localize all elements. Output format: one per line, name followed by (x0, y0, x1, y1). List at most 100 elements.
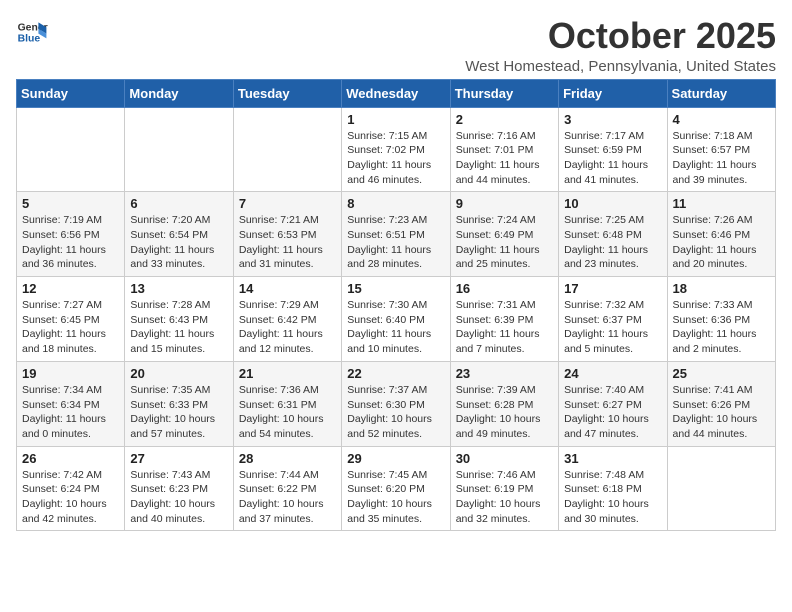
calendar-cell: 25 Sunrise: 7:41 AM Sunset: 6:26 PM Dayli… (667, 361, 775, 446)
day-info: Sunrise: 7:23 AM Sunset: 6:51 PM Dayligh… (347, 213, 444, 272)
calendar-week-row: 1 Sunrise: 7:15 AM Sunset: 7:02 PM Daylig… (17, 107, 776, 192)
day-info: Sunrise: 7:19 AM Sunset: 6:56 PM Dayligh… (22, 213, 119, 272)
calendar-cell (17, 107, 125, 192)
calendar-cell: 18Sunrise: 7:33 AM Sunset: 6:36 PM Dayli… (667, 277, 775, 362)
weekday-header: Monday (125, 79, 233, 107)
day-number: 11 (673, 196, 770, 211)
calendar-cell: 7Sunrise: 7:21 AM Sunset: 6:53 PM Daylig… (233, 192, 341, 277)
calendar-cell: 15 Sunrise: 7:30 AM Sunset: 6:40 PM Dayli… (342, 277, 450, 362)
calendar-cell (233, 107, 341, 192)
calendar-cell: 19 Sunrise: 7:34 AM Sunset: 6:34 PM Dayli… (17, 361, 125, 446)
month-title: October 2025 (465, 16, 776, 56)
calendar-cell: 30 Sunrise: 7:46 AM Sunset: 6:19 PM Dayli… (450, 446, 558, 531)
location: West Homestead, Pennsylvania, United Sta… (465, 58, 776, 75)
calendar-cell: 24Sunrise: 7:40 AM Sunset: 6:27 PM Dayli… (559, 361, 667, 446)
day-info: Sunrise: 7:24 AM Sunset: 6:49 PM Dayligh… (456, 213, 553, 272)
day-number: 10 (564, 196, 661, 211)
calendar-week-row: 5 Sunrise: 7:19 AM Sunset: 6:56 PM Daylig… (17, 192, 776, 277)
calendar-cell: 3 Sunrise: 7:17 AM Sunset: 6:59 PM Daylig… (559, 107, 667, 192)
page-header: General Blue October 2025 West Homestead… (16, 16, 776, 75)
day-number: 8 (347, 196, 444, 211)
day-info: Sunrise: 7:16 AM Sunset: 7:01 PM Dayligh… (456, 129, 553, 188)
day-info: Sunrise: 7:28 AM Sunset: 6:43 PM Dayligh… (130, 298, 227, 357)
calendar-cell: 4 Sunrise: 7:18 AM Sunset: 6:57 PM Daylig… (667, 107, 775, 192)
day-info: Sunrise: 7:32 AM Sunset: 6:37 PM Dayligh… (564, 298, 661, 357)
calendar-cell: 28 Sunrise: 7:44 AM Sunset: 6:22 PM Dayli… (233, 446, 341, 531)
day-info: Sunrise: 7:46 AM Sunset: 6:19 PM Dayligh… (456, 468, 553, 527)
day-number: 21 (239, 366, 336, 381)
calendar-cell: 1 Sunrise: 7:15 AM Sunset: 7:02 PM Daylig… (342, 107, 450, 192)
calendar-cell (667, 446, 775, 531)
day-info: Sunrise: 7:26 AM Sunset: 6:46 PM Dayligh… (673, 213, 770, 272)
day-info: Sunrise: 7:34 AM Sunset: 6:34 PM Dayligh… (22, 383, 119, 442)
calendar-cell: 23 Sunrise: 7:39 AM Sunset: 6:28 PM Dayli… (450, 361, 558, 446)
weekday-header: Saturday (667, 79, 775, 107)
calendar-cell: 31Sunrise: 7:48 AM Sunset: 6:18 PM Dayli… (559, 446, 667, 531)
weekday-header: Friday (559, 79, 667, 107)
day-number: 4 (673, 112, 770, 127)
calendar-cell: 9 Sunrise: 7:24 AM Sunset: 6:49 PM Daylig… (450, 192, 558, 277)
calendar-week-row: 19 Sunrise: 7:34 AM Sunset: 6:34 PM Dayli… (17, 361, 776, 446)
calendar-cell: 5 Sunrise: 7:19 AM Sunset: 6:56 PM Daylig… (17, 192, 125, 277)
day-number: 1 (347, 112, 444, 127)
title-section: October 2025 West Homestead, Pennsylvani… (465, 16, 776, 75)
day-number: 15 (347, 281, 444, 296)
calendar-cell: 8 Sunrise: 7:23 AM Sunset: 6:51 PM Daylig… (342, 192, 450, 277)
day-info: Sunrise: 7:37 AM Sunset: 6:30 PM Dayligh… (347, 383, 444, 442)
day-number: 24 (564, 366, 661, 381)
day-info: Sunrise: 7:27 AM Sunset: 6:45 PM Dayligh… (22, 298, 119, 357)
day-number: 18 (673, 281, 770, 296)
day-info: Sunrise: 7:15 AM Sunset: 7:02 PM Dayligh… (347, 129, 444, 188)
day-number: 27 (130, 451, 227, 466)
day-number: 19 (22, 366, 119, 381)
logo: General Blue (16, 16, 48, 48)
day-number: 30 (456, 451, 553, 466)
day-info: Sunrise: 7:48 AM Sunset: 6:18 PM Dayligh… (564, 468, 661, 527)
day-number: 3 (564, 112, 661, 127)
day-info: Sunrise: 7:36 AM Sunset: 6:31 PM Dayligh… (239, 383, 336, 442)
calendar-cell: 10 Sunrise: 7:25 AM Sunset: 6:48 PM Dayli… (559, 192, 667, 277)
day-info: Sunrise: 7:41 AM Sunset: 6:26 PM Dayligh… (673, 383, 770, 442)
calendar-cell: 26Sunrise: 7:42 AM Sunset: 6:24 PM Dayli… (17, 446, 125, 531)
day-number: 6 (130, 196, 227, 211)
day-number: 16 (456, 281, 553, 296)
day-number: 14 (239, 281, 336, 296)
day-info: Sunrise: 7:42 AM Sunset: 6:24 PM Dayligh… (22, 468, 119, 527)
calendar-cell: 20Sunrise: 7:35 AM Sunset: 6:33 PM Dayli… (125, 361, 233, 446)
day-info: Sunrise: 7:31 AM Sunset: 6:39 PM Dayligh… (456, 298, 553, 357)
svg-text:Blue: Blue (18, 34, 41, 45)
calendar-cell: 17 Sunrise: 7:32 AM Sunset: 6:37 PM Dayli… (559, 277, 667, 362)
calendar-cell: 22 Sunrise: 7:37 AM Sunset: 6:30 PM Dayli… (342, 361, 450, 446)
day-info: Sunrise: 7:17 AM Sunset: 6:59 PM Dayligh… (564, 129, 661, 188)
day-number: 7 (239, 196, 336, 211)
calendar-week-row: 26Sunrise: 7:42 AM Sunset: 6:24 PM Dayli… (17, 446, 776, 531)
logo-icon: General Blue (16, 16, 48, 48)
calendar-cell: 16 Sunrise: 7:31 AM Sunset: 6:39 PM Dayli… (450, 277, 558, 362)
day-number: 28 (239, 451, 336, 466)
day-info: Sunrise: 7:44 AM Sunset: 6:22 PM Dayligh… (239, 468, 336, 527)
day-info: Sunrise: 7:39 AM Sunset: 6:28 PM Dayligh… (456, 383, 553, 442)
day-info: Sunrise: 7:25 AM Sunset: 6:48 PM Dayligh… (564, 213, 661, 272)
weekday-header: Wednesday (342, 79, 450, 107)
day-number: 5 (22, 196, 119, 211)
calendar-cell: 21 Sunrise: 7:36 AM Sunset: 6:31 PM Dayli… (233, 361, 341, 446)
day-number: 12 (22, 281, 119, 296)
calendar-cell: 12 Sunrise: 7:27 AM Sunset: 6:45 PM Dayli… (17, 277, 125, 362)
day-number: 25 (673, 366, 770, 381)
day-number: 9 (456, 196, 553, 211)
calendar-cell (125, 107, 233, 192)
calendar-cell: 11 Sunrise: 7:26 AM Sunset: 6:46 PM Dayli… (667, 192, 775, 277)
day-number: 20 (130, 366, 227, 381)
day-info: Sunrise: 7:29 AM Sunset: 6:42 PM Dayligh… (239, 298, 336, 357)
day-info: Sunrise: 7:30 AM Sunset: 6:40 PM Dayligh… (347, 298, 444, 357)
calendar-cell: 29Sunrise: 7:45 AM Sunset: 6:20 PM Dayli… (342, 446, 450, 531)
day-number: 17 (564, 281, 661, 296)
calendar-cell: 14 Sunrise: 7:29 AM Sunset: 6:42 PM Dayli… (233, 277, 341, 362)
day-number: 13 (130, 281, 227, 296)
day-number: 22 (347, 366, 444, 381)
calendar-cell: 13 Sunrise: 7:28 AM Sunset: 6:43 PM Dayli… (125, 277, 233, 362)
day-number: 23 (456, 366, 553, 381)
weekday-header: Thursday (450, 79, 558, 107)
weekday-header: Sunday (17, 79, 125, 107)
day-info: Sunrise: 7:18 AM Sunset: 6:57 PM Dayligh… (673, 129, 770, 188)
